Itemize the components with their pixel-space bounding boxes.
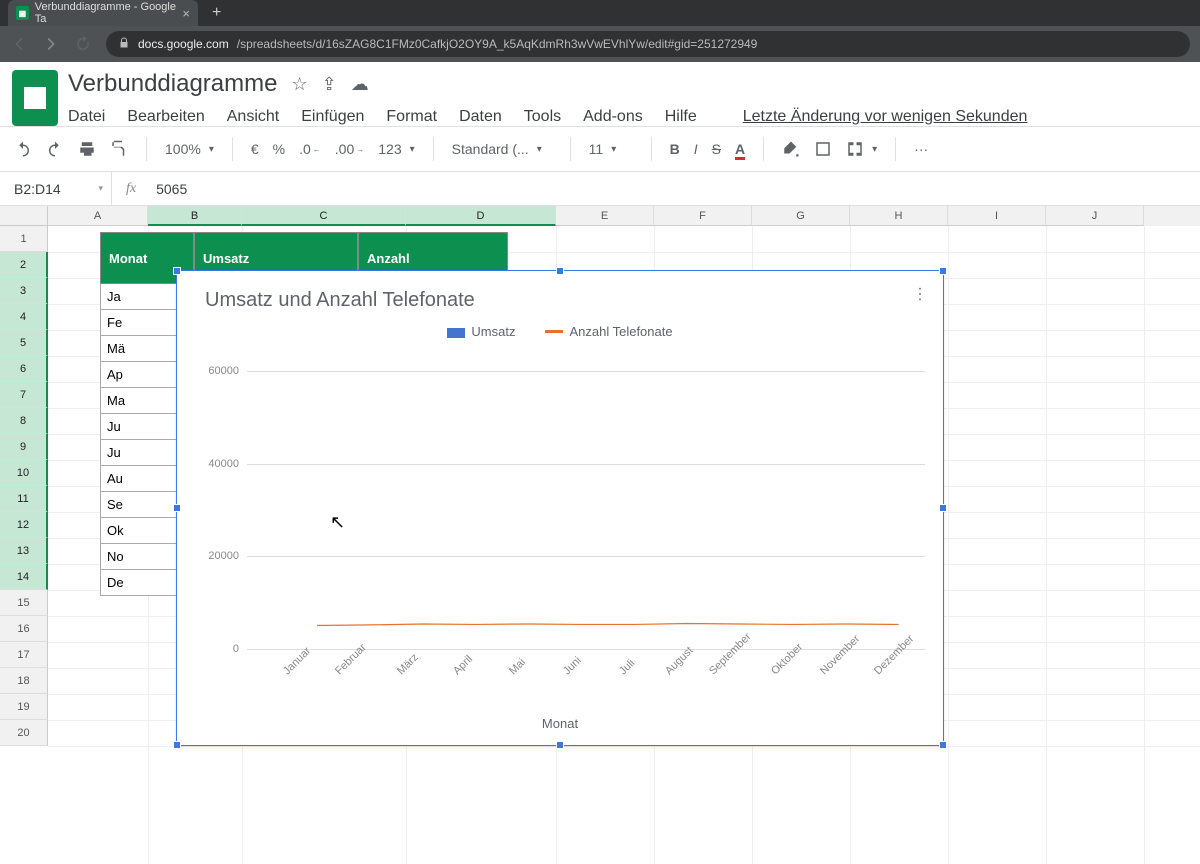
row-header-10[interactable]: 10 bbox=[0, 460, 48, 486]
fx-icon: fx bbox=[112, 181, 150, 197]
row-header-5[interactable]: 5 bbox=[0, 330, 48, 356]
col-header-F[interactable]: F bbox=[654, 206, 752, 226]
strikethrough-button[interactable]: S bbox=[712, 141, 721, 157]
back-button[interactable] bbox=[10, 35, 28, 53]
merge-button[interactable] bbox=[846, 140, 877, 158]
row-header-13[interactable]: 13 bbox=[0, 538, 48, 564]
spreadsheet-grid[interactable]: ABCDEFGHIJ 12345678910111213141516171819… bbox=[0, 206, 1200, 864]
doc-header: Verbunddiagramme ☆ ⇪ ☁ Datei Bearbeiten … bbox=[0, 62, 1200, 126]
menu-datei[interactable]: Datei bbox=[68, 108, 105, 126]
col-header-E[interactable]: E bbox=[556, 206, 654, 226]
col-header-A[interactable]: A bbox=[48, 206, 148, 226]
col-header-H[interactable]: H bbox=[850, 206, 948, 226]
decrease-decimal-button[interactable]: .0← bbox=[299, 141, 321, 157]
browser-nav-bar: docs.google.com/spreadsheets/d/16sZAG8C1… bbox=[0, 26, 1200, 62]
menu-bar: Datei Bearbeiten Ansicht Einfügen Format… bbox=[68, 102, 1188, 126]
star-icon[interactable]: ☆ bbox=[291, 74, 307, 95]
menu-ansicht[interactable]: Ansicht bbox=[227, 108, 279, 126]
formula-bar: B2:D14 fx 5065 bbox=[0, 172, 1200, 206]
menu-einfuegen[interactable]: Einfügen bbox=[301, 108, 364, 126]
menu-daten[interactable]: Daten bbox=[459, 108, 502, 126]
italic-button[interactable]: I bbox=[694, 141, 698, 157]
resize-handle-ne[interactable] bbox=[939, 267, 947, 275]
row-header-18[interactable]: 18 bbox=[0, 668, 48, 694]
col-header-I[interactable]: I bbox=[948, 206, 1046, 226]
zoom-select[interactable]: 100% bbox=[165, 141, 214, 157]
reload-button[interactable] bbox=[74, 35, 92, 53]
font-size-select[interactable]: 11 bbox=[589, 141, 633, 157]
forward-button[interactable] bbox=[42, 35, 60, 53]
undo-button[interactable] bbox=[14, 140, 32, 158]
row-header-8[interactable]: 8 bbox=[0, 408, 48, 434]
url-host: docs.google.com bbox=[138, 37, 229, 51]
sheets-favicon: ▦ bbox=[16, 6, 29, 20]
move-icon[interactable]: ⇪ bbox=[322, 74, 337, 95]
row-header-3[interactable]: 3 bbox=[0, 278, 48, 304]
cloud-icon[interactable]: ☁ bbox=[351, 74, 369, 95]
row-header-14[interactable]: 14 bbox=[0, 564, 48, 590]
row-header-9[interactable]: 9 bbox=[0, 434, 48, 460]
print-button[interactable] bbox=[78, 140, 96, 158]
column-headers: ABCDEFGHIJ bbox=[48, 206, 1200, 226]
col-header-C[interactable]: C bbox=[242, 206, 406, 226]
borders-button[interactable] bbox=[814, 140, 832, 158]
resize-handle-e[interactable] bbox=[939, 504, 947, 512]
row-header-1[interactable]: 1 bbox=[0, 226, 48, 252]
more-toolbar-button[interactable]: ··· bbox=[914, 141, 928, 157]
doc-title[interactable]: Verbunddiagramme bbox=[68, 70, 277, 98]
text-color-button[interactable]: A bbox=[735, 141, 745, 157]
resize-handle-se[interactable] bbox=[939, 741, 947, 749]
url-path: /spreadsheets/d/16sZAG8C1FMz0CafkjO2OY9A… bbox=[237, 37, 758, 51]
row-header-20[interactable]: 20 bbox=[0, 720, 48, 746]
row-header-15[interactable]: 15 bbox=[0, 590, 48, 616]
resize-handle-s[interactable] bbox=[556, 741, 564, 749]
bold-button[interactable]: B bbox=[670, 141, 680, 157]
lock-icon bbox=[118, 37, 130, 52]
last-edit-link[interactable]: Letzte Änderung vor wenigen Sekunden bbox=[743, 108, 1028, 126]
browser-tab-strip: ▦ Verbunddiagramme - Google Ta × + bbox=[0, 0, 1200, 26]
menu-addons[interactable]: Add-ons bbox=[583, 108, 643, 126]
col-header-D[interactable]: D bbox=[406, 206, 556, 226]
increase-decimal-button[interactable]: .00→ bbox=[335, 141, 364, 157]
name-box[interactable]: B2:D14 bbox=[0, 172, 112, 205]
col-header-G[interactable]: G bbox=[752, 206, 850, 226]
row-header-7[interactable]: 7 bbox=[0, 382, 48, 408]
new-tab-button[interactable]: + bbox=[212, 4, 221, 22]
row-header-19[interactable]: 19 bbox=[0, 694, 48, 720]
chart-selection-outline bbox=[176, 270, 944, 746]
resize-handle-n[interactable] bbox=[556, 267, 564, 275]
sheets-logo-icon[interactable] bbox=[12, 70, 58, 126]
paint-format-button[interactable] bbox=[110, 140, 128, 158]
menu-hilfe[interactable]: Hilfe bbox=[665, 108, 697, 126]
browser-tab[interactable]: ▦ Verbunddiagramme - Google Ta × bbox=[8, 0, 198, 26]
col-header-B[interactable]: B bbox=[148, 206, 242, 226]
format-123-button[interactable]: 123 bbox=[378, 141, 414, 157]
row-headers: 1234567891011121314151617181920 bbox=[0, 226, 48, 746]
resize-handle-w[interactable] bbox=[173, 504, 181, 512]
menu-format[interactable]: Format bbox=[386, 108, 437, 126]
menu-bearbeiten[interactable]: Bearbeiten bbox=[127, 108, 204, 126]
resize-handle-sw[interactable] bbox=[173, 741, 181, 749]
formula-input[interactable]: 5065 bbox=[150, 181, 187, 197]
row-header-2[interactable]: 2 bbox=[0, 252, 48, 278]
format-percent-button[interactable]: % bbox=[273, 141, 285, 157]
row-header-4[interactable]: 4 bbox=[0, 304, 48, 330]
close-tab-icon[interactable]: × bbox=[182, 6, 190, 21]
resize-handle-nw[interactable] bbox=[173, 267, 181, 275]
select-all-corner[interactable] bbox=[0, 206, 48, 226]
font-family-select[interactable]: Standard (... bbox=[452, 141, 552, 157]
menu-tools[interactable]: Tools bbox=[524, 108, 561, 126]
tab-title: Verbunddiagramme - Google Ta bbox=[35, 1, 177, 25]
address-bar[interactable]: docs.google.com/spreadsheets/d/16sZAG8C1… bbox=[106, 31, 1190, 57]
row-header-6[interactable]: 6 bbox=[0, 356, 48, 382]
row-header-16[interactable]: 16 bbox=[0, 616, 48, 642]
row-header-11[interactable]: 11 bbox=[0, 486, 48, 512]
format-currency-button[interactable]: € bbox=[251, 141, 259, 157]
row-header-17[interactable]: 17 bbox=[0, 642, 48, 668]
toolbar: 100% € % .0← .00→ 123 Standard (... 11 B… bbox=[0, 126, 1200, 172]
redo-button[interactable] bbox=[46, 140, 64, 158]
fill-color-button[interactable] bbox=[782, 140, 800, 158]
col-header-J[interactable]: J bbox=[1046, 206, 1144, 226]
row-header-12[interactable]: 12 bbox=[0, 512, 48, 538]
